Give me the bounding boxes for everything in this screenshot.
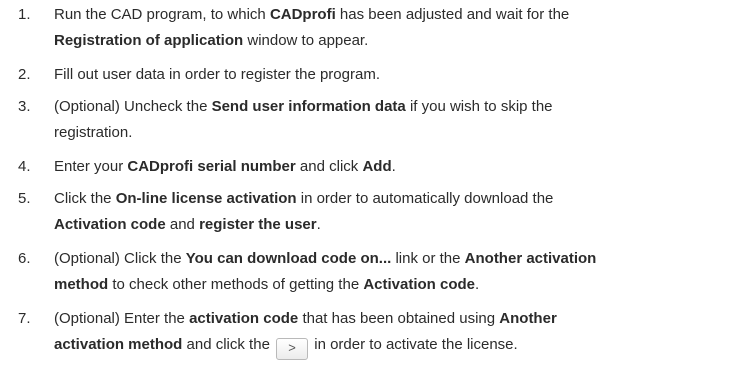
bold-term: On-line license activation [115,190,297,207]
text-segment: and [165,216,200,233]
step-text: Run the CAD program, to which CADprofi h… [54,2,744,54]
step-text: (Optional) Enter the activation code tha… [54,306,744,360]
text-segment: link or the [391,250,465,267]
text-segment: and click [295,158,363,175]
text-segment: in order to activate the license. [310,336,518,353]
bold-term: CADprofi [269,6,336,23]
step-line: (Optional) Click the You can download co… [54,246,744,272]
step-line: Registration of application window to ap… [54,28,744,54]
text-segment: . [475,276,480,293]
text-segment: Enter your [54,158,128,175]
step-number: 5. [18,190,31,207]
step-number: 3. [18,98,31,115]
text-segment: Run the CAD program, to which [54,6,270,23]
step-line: Enter your CADprofi serial number and cl… [54,154,744,180]
bold-term: Another [499,310,557,327]
step-number: 1. [18,6,31,23]
text-segment: (Optional) Uncheck the [54,98,212,115]
step-number: 6. [18,250,31,267]
instruction-list: 1. Run the CAD program, to which CADprofi… [0,0,745,384]
step-line: method to check other methods of getting… [54,272,744,298]
text-segment: window to appear. [243,32,369,49]
step-number: 2. [18,66,31,83]
text-segment: . [391,158,396,175]
step-line: registration. [54,120,744,146]
step-text: (Optional) Click the You can download co… [54,246,744,298]
next-arrow-button[interactable]: > [276,338,309,360]
step-line: (Optional) Uncheck the Send user informa… [54,94,744,120]
step-text: Fill out user data in order to register … [54,62,744,88]
bold-term: Activation code [363,276,476,293]
text-segment: and click the [182,336,275,353]
step-text: Enter your CADprofi serial number and cl… [54,154,744,180]
step-line: (Optional) Enter the activation code tha… [54,306,744,332]
step-line: Activation code and register the user. [54,212,744,238]
step-number: 7. [18,310,31,327]
bold-term: register the user [199,216,317,233]
text-segment: (Optional) Enter the [54,310,190,327]
text-segment: if you wish to skip the [405,98,553,115]
text-segment: that has been obtained using [298,310,500,327]
bold-term: Another activation [464,250,597,267]
bold-term: Activation code [54,216,166,233]
bold-term: Send user information data [211,98,406,115]
bold-term: Add [362,158,392,175]
step-text: (Optional) Uncheck the Send user informa… [54,94,744,146]
step-text: Click the On-line license activation in … [54,186,744,238]
bold-term: You can download code on... [185,250,392,267]
bold-term: method [54,276,109,293]
step-number: 4. [18,158,31,175]
text-segment: to check other methods of getting the [108,276,364,293]
step-line: Click the On-line license activation in … [54,186,744,212]
bold-term: activation method [54,336,183,353]
bold-term: Registration of application [54,32,244,49]
text-segment: in order to automatically download the [296,190,554,207]
step-line: activation method and click the > in ord… [54,332,744,360]
text-segment: (Optional) Click the [54,250,186,267]
step-line: Fill out user data in order to register … [54,62,744,88]
step-line: Run the CAD program, to which CADprofi h… [54,2,744,28]
text-segment: has been adjusted and wait for the [335,6,570,23]
text-segment: . [316,216,321,233]
bold-term: CADprofi serial number [127,158,296,175]
text-segment: registration. [54,124,133,141]
text-segment: Click the [54,190,116,207]
bold-term: activation code [189,310,299,327]
text-segment: Fill out user data in order to register … [54,66,380,83]
